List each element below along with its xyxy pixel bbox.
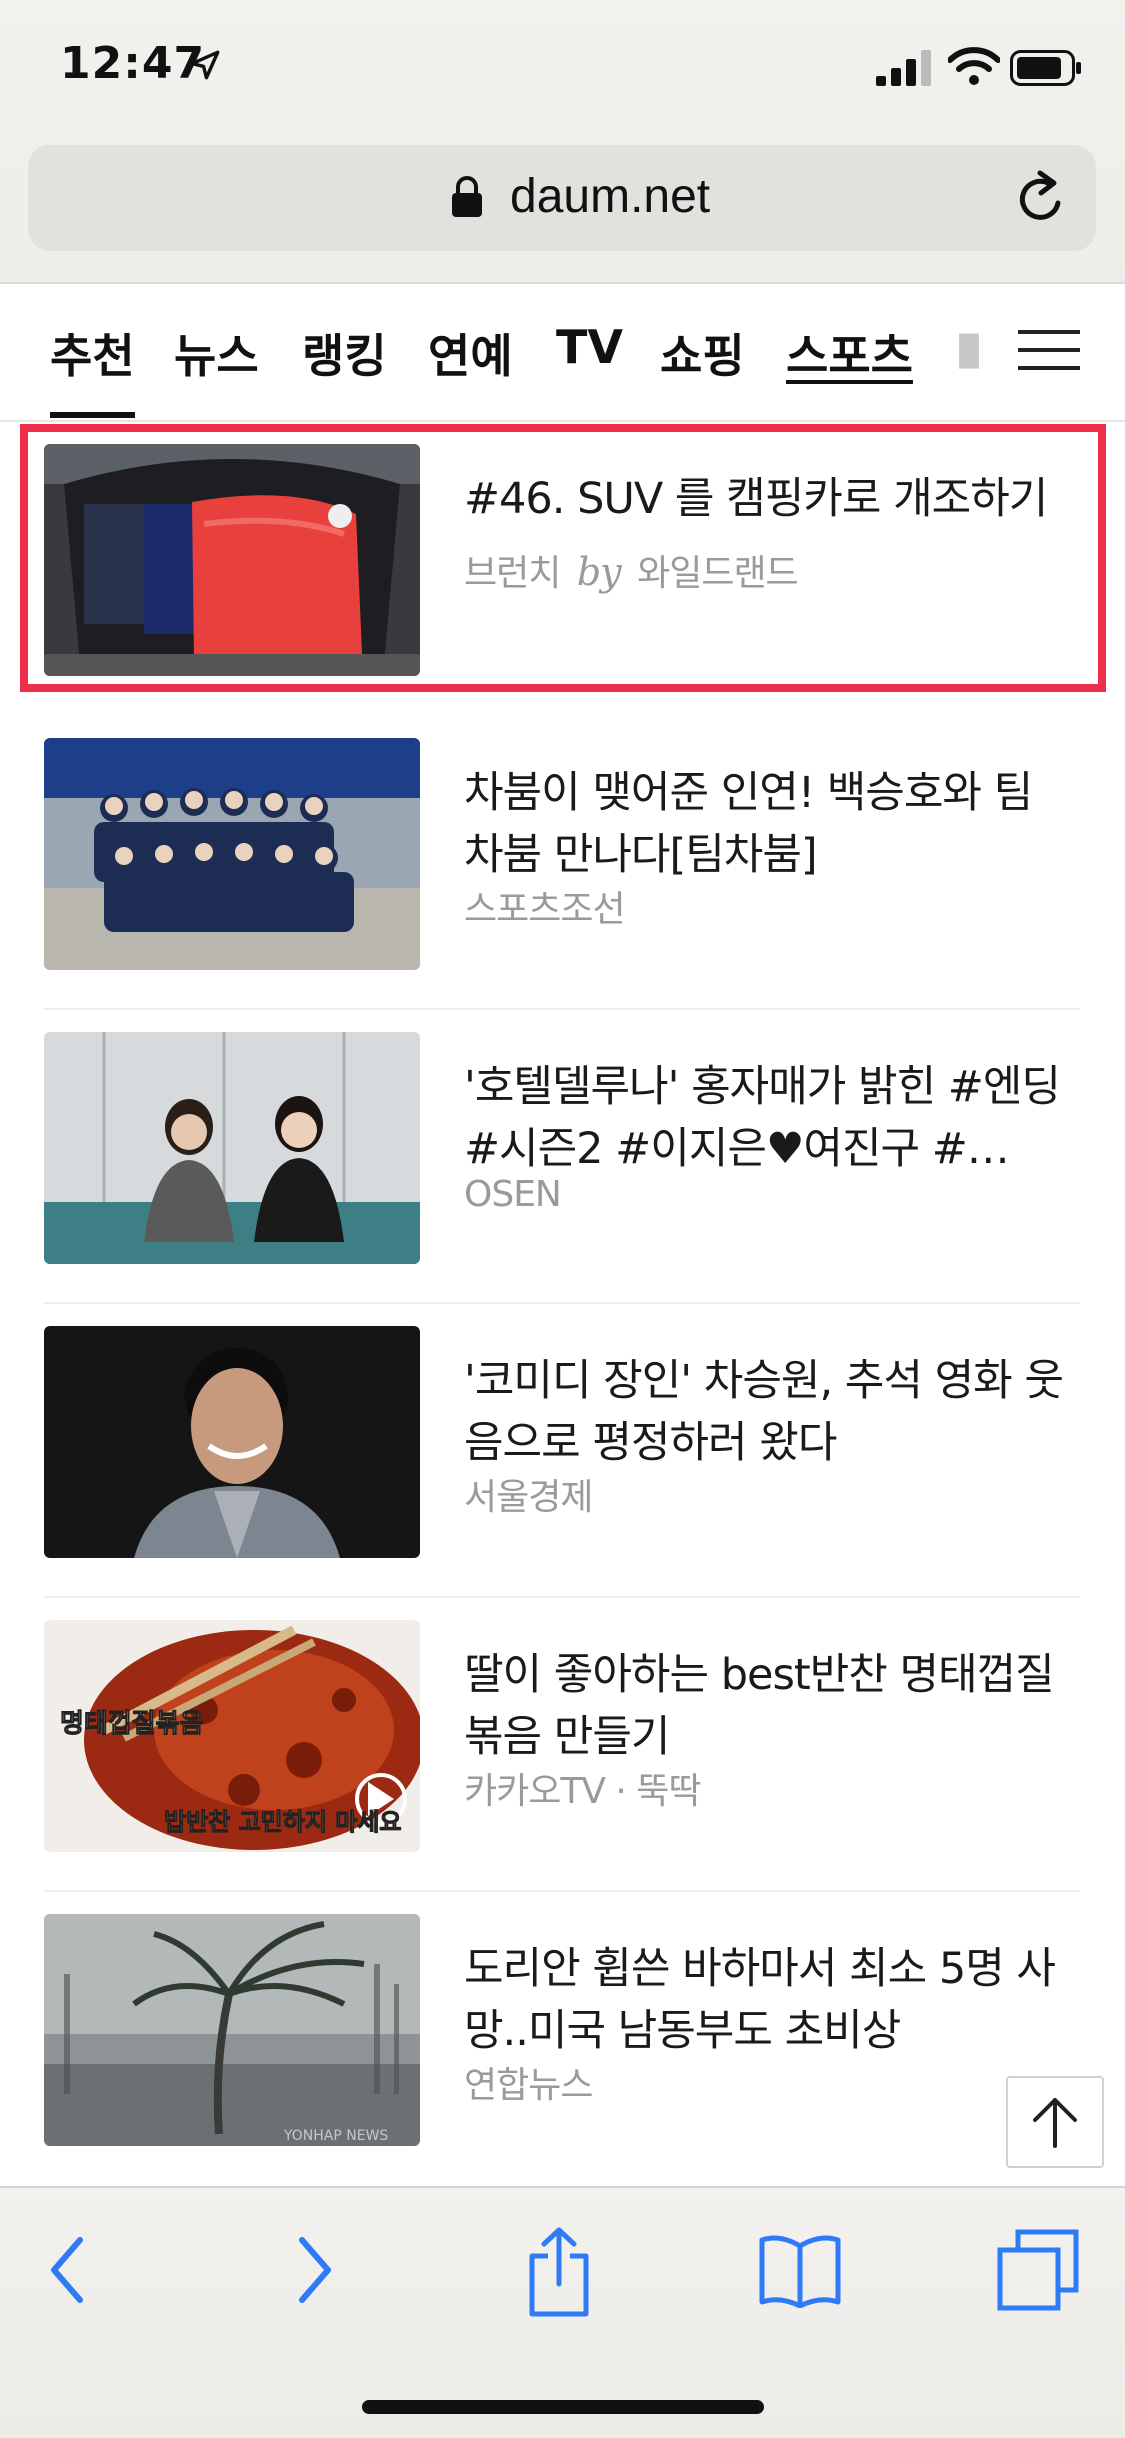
cellular-signal-icon	[876, 50, 931, 86]
reload-icon[interactable]	[1014, 169, 1070, 227]
news-thumbnail-cooking-video: 명태껍질볶음 밥반찬 고민하지 마세요	[44, 1620, 420, 1852]
wifi-icon	[948, 47, 1000, 85]
news-item[interactable]: YONHAP NEWS 도리안 휩쓴 바하마서 최소 5명 사망..미국 남동부…	[44, 1892, 1080, 2186]
news-item[interactable]: 명태껍질볶음 밥반찬 고민하지 마세요 딸이 좋아하는 best반찬 명태껍질볶…	[44, 1598, 1080, 1892]
news-item[interactable]: 차붐이 맺어준 인연! 백승호와 팀 차붐 만나다[팀차붐] 스포츠조선	[44, 716, 1080, 1010]
address-bar[interactable]: daum.net	[28, 145, 1096, 251]
news-item[interactable]: '코미디 장인' 차승원, 추석 영화 웃음으로 평정하러 왔다 서울경제	[44, 1304, 1080, 1598]
bookmarks-icon[interactable]	[758, 2232, 842, 2308]
tab-tv[interactable]: TV	[556, 320, 623, 374]
tab-recommended[interactable]: 추천	[50, 320, 135, 418]
status-time: 12:47	[60, 38, 206, 89]
tab-sports[interactable]: 스포츠	[786, 320, 913, 386]
thumb-watermark: YONHAP NEWS	[283, 2128, 388, 2144]
news-thumbnail-actor-portrait	[44, 1326, 420, 1558]
battery-icon	[1010, 50, 1081, 86]
news-title[interactable]: 딸이 좋아하는 best반찬 명태껍질볶음 만들기	[464, 1644, 1074, 1768]
thumb-caption-dish: 명태껍질볶음	[60, 1709, 204, 1739]
tab-overflow-fade: ■	[955, 320, 979, 374]
news-source: 스포츠조선	[464, 889, 626, 930]
scroll-to-top-button[interactable]	[1006, 2076, 1104, 2168]
share-icon[interactable]	[524, 2224, 594, 2320]
home-indicator	[362, 2400, 764, 2414]
thumb-caption-tagline: 밥반찬 고민하지 마세요	[164, 1808, 402, 1836]
tab-ranking[interactable]: 랭킹	[302, 320, 387, 386]
news-thumbnail-team-photo	[44, 738, 420, 970]
news-source: OSEN	[464, 1174, 562, 1215]
highlight-box	[20, 424, 1106, 692]
tab-news[interactable]: 뉴스	[174, 320, 259, 386]
tab-entertainment[interactable]: 연예	[428, 320, 513, 386]
news-title[interactable]: '호텔델루나' 홍자매가 밝힌 #엔딩 #시즌2 #이지은♥여진구 #…	[464, 1056, 1074, 1180]
tab-shopping[interactable]: 쇼핑	[660, 320, 745, 386]
lock-icon	[452, 176, 482, 217]
news-source: 카카오TV · 뚝딱	[464, 1771, 702, 1812]
location-arrow-icon	[190, 50, 220, 80]
news-source: 서울경제	[464, 1477, 593, 1518]
url-text: daum.net	[510, 170, 711, 223]
news-thumbnail-hurricane: YONHAP NEWS	[44, 1914, 420, 2146]
tabs-icon[interactable]	[996, 2228, 1080, 2312]
news-title[interactable]: '코미디 장인' 차승원, 추석 영화 웃음으로 평정하러 왔다	[464, 1350, 1074, 1474]
status-bar: 12:47	[0, 0, 1125, 140]
news-title[interactable]: 도리안 휩쓴 바하마서 최소 5명 사망..미국 남동부도 초비상	[464, 1938, 1074, 2062]
news-item[interactable]: '호텔델루나' 홍자매가 밝힌 #엔딩 #시즌2 #이지은♥여진구 #… OSE…	[44, 1010, 1080, 1304]
news-source: 연합뉴스	[464, 2065, 593, 2106]
news-title[interactable]: 차붐이 맺어준 인연! 백승호와 팀 차붐 만나다[팀차붐]	[464, 762, 1074, 886]
back-icon[interactable]	[42, 2230, 92, 2310]
category-tabs: 추천 뉴스 랭킹 연예 TV 쇼핑 스포츠 ■	[0, 284, 1125, 422]
browser-top-chrome: 12:47 daum.net	[0, 0, 1125, 284]
news-thumbnail-interview	[44, 1032, 420, 1264]
arrow-up-icon	[1033, 2098, 1077, 2148]
forward-icon[interactable]	[290, 2230, 340, 2310]
hamburger-menu-icon[interactable]	[1018, 326, 1080, 374]
